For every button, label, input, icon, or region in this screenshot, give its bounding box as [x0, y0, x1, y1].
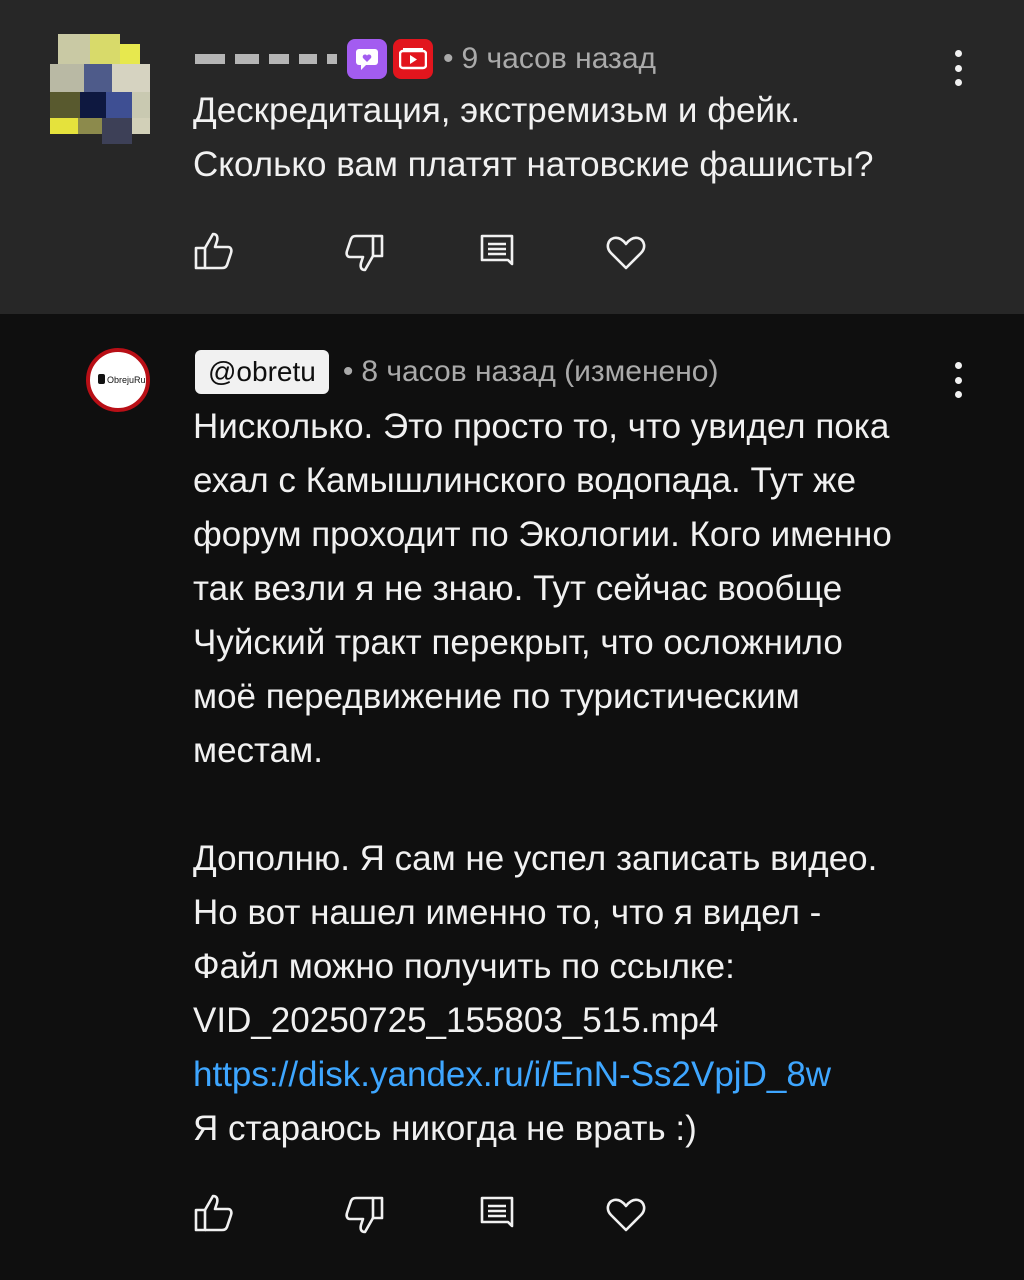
heart-icon[interactable] [602, 1190, 650, 1238]
reply-icon[interactable] [474, 228, 522, 276]
comment-text: Дескредитация, экстремизьм и фейк. Сколь… [193, 84, 993, 192]
youtube-badge-icon [393, 39, 433, 79]
author-handle[interactable]: @obretu [195, 350, 329, 394]
heart-icon[interactable] [602, 228, 650, 276]
separator-dot: • [342, 355, 354, 388]
comment-item: • 9 часов назад Дескредитация, экстремиз… [0, 0, 1024, 314]
separator-dot: • [443, 42, 454, 75]
dislike-icon[interactable] [340, 1190, 388, 1238]
more-options-icon[interactable] [948, 50, 968, 86]
comment-text-line: форум проходит по Экологии. Кого именно [193, 515, 892, 554]
like-icon[interactable] [190, 1190, 238, 1238]
comment-text-line: местам. [193, 731, 323, 770]
comment-text-line: ехал с Камышлинского водопада. Тут же [193, 461, 857, 500]
comment-text-line: моё передвижение по туристическим [193, 677, 800, 716]
comment-text-line: Я стараюсь никогда не врать :) [193, 1109, 697, 1148]
comment-meta: • 9 часов назад [195, 38, 656, 80]
comment-text-line: Дескредитация, экстремизьм и фейк. [193, 91, 801, 130]
avatar[interactable] [50, 34, 150, 144]
dislike-icon[interactable] [340, 228, 388, 276]
comment-text-line: Дополню. Я сам не успел записать видео. [193, 839, 878, 878]
comment-timestamp: 9 часов назад [461, 42, 657, 75]
more-options-icon[interactable] [948, 362, 968, 398]
reply-icon[interactable] [474, 1190, 522, 1238]
comment-meta: @obretu • 8 часов назад (изменено) [195, 348, 718, 396]
like-icon[interactable] [190, 228, 238, 276]
yandex-disk-link[interactable]: https://disk.yandex.ru/i/EnN-Ss2VpjD_8w [193, 1048, 993, 1102]
purple-heart-chat-badge-icon [347, 39, 387, 79]
comment-text-line: Файл можно получить по ссылке: [193, 947, 735, 986]
avatar[interactable]: ObrejuRu [86, 348, 150, 412]
comment-text-line [193, 778, 993, 832]
comment-text-line: VID_20250725_155803_515.mp4 [193, 1001, 719, 1040]
comment-text-line: Но вот нашел именно то, что я видел - [193, 893, 822, 932]
comment-text-line: Чуйский тракт перекрыт, что осложнило [193, 623, 843, 662]
author-name-blurred[interactable] [195, 54, 337, 64]
comment-text: Нисколько. Это просто то, что увидел пок… [193, 400, 993, 1156]
channel-logo-text: ObrejuRu [107, 375, 146, 385]
comment-item: ObrejuRu @obretu • 8 часов назад (измене… [0, 314, 1024, 1280]
comment-text-line: Нисколько. Это просто то, что увидел пок… [193, 407, 890, 446]
comment-timestamp: 8 часов назад (изменено) [361, 355, 719, 388]
channel-logo: ObrejuRu [98, 374, 146, 385]
comment-text-line: Сколько вам платят натовские фашисты? [193, 145, 874, 184]
comment-text-line: так везли я не знаю. Тут сейчас вообще [193, 569, 843, 608]
